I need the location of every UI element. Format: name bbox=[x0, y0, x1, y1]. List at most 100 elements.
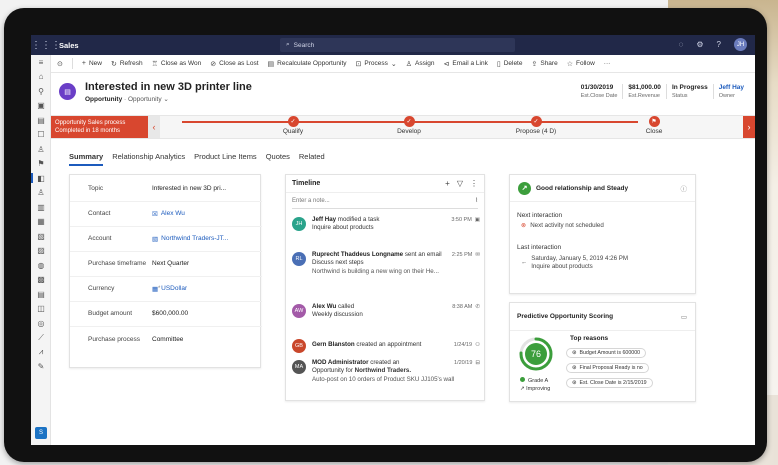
leads-icon[interactable]: ♙ bbox=[31, 186, 51, 201]
reason-chip[interactable]: ⊛ Final Proposal Ready is no bbox=[566, 363, 649, 373]
stage-qualify[interactable]: ✓ Qualify bbox=[253, 116, 333, 135]
grade-dot-icon bbox=[520, 377, 525, 382]
tab-summary[interactable]: Summary bbox=[69, 152, 104, 166]
analytics-icon[interactable]: ⩘ bbox=[31, 345, 51, 360]
form-tabs: Summary Relationship Analytics Product L… bbox=[69, 152, 325, 166]
delete-button[interactable]: ▯ Delete bbox=[497, 60, 523, 68]
field-budget-amount[interactable]: Budget amount $600,000.00 bbox=[70, 302, 262, 327]
search-box[interactable]: ⌕ Search bbox=[280, 38, 515, 52]
help-icon[interactable]: ? bbox=[717, 40, 721, 49]
header-fields: 01/30/2019 Est.Close Date $81,000.00 Est… bbox=[576, 84, 749, 99]
contacts-icon[interactable]: ♙ bbox=[31, 142, 51, 157]
reason-chip[interactable]: ⊛ Budget Amount is 600000 bbox=[566, 348, 647, 358]
stage-develop[interactable]: ✓ Develop bbox=[369, 116, 449, 135]
area-switcher-badge[interactable]: S bbox=[35, 427, 47, 439]
close-as-won-button[interactable]: ♖ Close as Won bbox=[152, 60, 202, 68]
check-icon: ✓ bbox=[287, 116, 299, 127]
add-icon[interactable]: + bbox=[445, 179, 450, 188]
pen-icon[interactable]: ✎ bbox=[31, 360, 51, 375]
gear-icon[interactable]: ⚙ bbox=[696, 40, 703, 49]
email-icon: ✉ bbox=[475, 252, 480, 258]
timeline-item[interactable]: GB Gern Blanston created an appointment … bbox=[286, 338, 486, 353]
share-icon: ⇪ bbox=[531, 60, 538, 68]
app-screen: ⋮⋮⋮ Sales ⌕ Search ◌ ⚙ ? JH ≡ ⌂ ⚲ ▣ ▤ ☐ … bbox=[31, 35, 755, 445]
field-currency[interactable]: Currency * ▦ USDollar bbox=[70, 277, 262, 302]
header-owner[interactable]: Jeff Hay Owner bbox=[712, 84, 749, 99]
process-button[interactable]: ⊡ Process ⌄ bbox=[356, 60, 397, 68]
timeline-item[interactable]: JH Jeff Hay modified a task Inquire abou… bbox=[286, 216, 486, 233]
avatar: JH bbox=[292, 217, 306, 231]
app-name[interactable]: Sales bbox=[59, 41, 79, 50]
relationship-card: ↗ Good relationship and Steady ⓘ Next in… bbox=[509, 174, 696, 294]
app-launcher-icon[interactable]: ⋮⋮⋮ bbox=[31, 40, 61, 51]
opportunities-icon[interactable]: ◧ bbox=[31, 171, 51, 186]
tab-quotes[interactable]: Quotes bbox=[266, 152, 290, 166]
lightbulb-icon[interactable]: ◌ bbox=[679, 40, 684, 49]
close-as-lost-button[interactable]: ⊘ Close as Lost bbox=[210, 60, 258, 68]
marketing-icon[interactable]: ◫ bbox=[31, 302, 51, 317]
accounts-icon[interactable]: ⚑ bbox=[31, 157, 51, 172]
tab-related[interactable]: Related bbox=[299, 152, 325, 166]
competitors-icon[interactable]: ▨ bbox=[31, 244, 51, 259]
activities-icon[interactable]: ☐ bbox=[31, 128, 51, 143]
orders-icon[interactable]: ▦ bbox=[31, 215, 51, 230]
refresh-button[interactable]: ↻ Refresh bbox=[111, 60, 143, 68]
more-commands-button[interactable]: ··· bbox=[604, 60, 611, 67]
field-purchase-process[interactable]: Purchase process Committee bbox=[70, 327, 262, 352]
left-nav: ≡ ⌂ ⚲ ▣ ▤ ☐ ♙ ⚑ ◧ ♙ ▥ ▦ ▧ ▨ ◍ ▩ ▤ ◫ ◎ ⟋ … bbox=[31, 55, 51, 445]
reason-chip[interactable]: ⊛ Est. Close Date is 2/15/2019 bbox=[566, 378, 653, 388]
email-link-button[interactable]: ⊲ Email a Link bbox=[444, 60, 488, 68]
paperclip-icon[interactable]: ⌇ bbox=[475, 197, 478, 204]
history-icon[interactable]: ⊙ bbox=[57, 60, 63, 68]
timeline-item[interactable]: MA MOD Administrator created an Opportun… bbox=[286, 359, 486, 384]
home-icon[interactable]: ⌂ bbox=[31, 70, 51, 85]
dashboard-icon[interactable]: ▤ bbox=[31, 113, 51, 128]
record-title: Interested in new 3D printer line bbox=[85, 81, 252, 93]
pin-icon[interactable]: ⚲ bbox=[31, 84, 51, 99]
invoices-icon[interactable]: ▧ bbox=[31, 229, 51, 244]
settings-circle-icon[interactable]: ◎ bbox=[31, 316, 51, 331]
recalculate-button[interactable]: ▤ Recalculate Opportunity bbox=[268, 60, 347, 68]
next-interaction-title: Next interaction bbox=[517, 212, 563, 219]
assign-button[interactable]: ♙ Assign bbox=[406, 60, 435, 68]
follow-button[interactable]: ☆ Follow bbox=[567, 60, 595, 68]
chevron-down-icon[interactable]: ⌄ bbox=[163, 96, 168, 103]
info-icon[interactable]: ⓘ bbox=[681, 183, 688, 193]
stage-propose[interactable]: ✓ Propose (4 D) bbox=[496, 116, 576, 135]
hamburger-icon[interactable]: ≡ bbox=[31, 55, 51, 70]
process-name[interactable]: Opportunity Sales process Completed in 1… bbox=[51, 116, 148, 138]
header-revenue: $81,000.00 Est.Revenue bbox=[622, 84, 666, 99]
note-input[interactable]: Enter a note... ⌇ bbox=[292, 193, 478, 209]
stage-close[interactable]: ⚑ Close bbox=[614, 116, 694, 135]
products-icon[interactable]: ◍ bbox=[31, 258, 51, 273]
goals-icon[interactable]: ▤ bbox=[31, 287, 51, 302]
scoring-header: Predictive Opportunity Scoring ▭ bbox=[510, 303, 695, 331]
more-icon[interactable]: ⋮ bbox=[470, 179, 478, 188]
tab-product-line-items[interactable]: Product Line Items bbox=[194, 152, 257, 166]
new-button[interactable]: + New bbox=[82, 60, 102, 67]
chevron-right-icon[interactable]: › bbox=[743, 116, 755, 138]
filter-icon[interactable]: ▽ bbox=[457, 179, 463, 188]
field-topic[interactable]: Topic * Interested in new 3D pri... bbox=[70, 177, 262, 202]
sales-literature-icon[interactable]: ▩ bbox=[31, 273, 51, 288]
field-account[interactable]: Account ▧ Northwind Traders-JT... bbox=[70, 227, 262, 252]
user-avatar[interactable]: JH bbox=[734, 38, 747, 51]
field-contact[interactable]: Contact ☒ Alex Wu bbox=[70, 202, 262, 227]
score-gauge[interactable]: 76 bbox=[518, 336, 554, 372]
chevron-left-icon[interactable]: ‹ bbox=[148, 116, 160, 138]
last-interaction-value[interactable]: ← Saturday, January 5, 2019 4:26 PM Inqui… bbox=[521, 255, 628, 271]
record-header: ▤ Interested in new 3D printer line Oppo… bbox=[51, 73, 755, 115]
calculator-icon: ▤ bbox=[267, 60, 275, 68]
timeline-item[interactable]: RL Ruprecht Thaddeus Longname sent an em… bbox=[286, 251, 486, 276]
tab-relationship-analytics[interactable]: Relationship Analytics bbox=[112, 152, 185, 166]
reason-icon: ⊛ bbox=[572, 365, 577, 371]
quotes-icon[interactable]: ▥ bbox=[31, 200, 51, 215]
timeline-item[interactable]: AW Alex Wu called Weekly discussion 8:38… bbox=[286, 303, 486, 320]
form-selector[interactable]: Opportunity bbox=[128, 96, 162, 103]
recent-icon[interactable]: ▣ bbox=[31, 99, 51, 114]
share-button[interactable]: ⇪ Share bbox=[531, 60, 557, 68]
chart-icon[interactable]: ⟋ bbox=[31, 331, 51, 346]
field-purchase-timeframe[interactable]: Purchase timeframe Next Quarter bbox=[70, 252, 262, 277]
check-icon: ✓ bbox=[403, 116, 415, 127]
comment-icon[interactable]: ▭ bbox=[681, 313, 687, 321]
